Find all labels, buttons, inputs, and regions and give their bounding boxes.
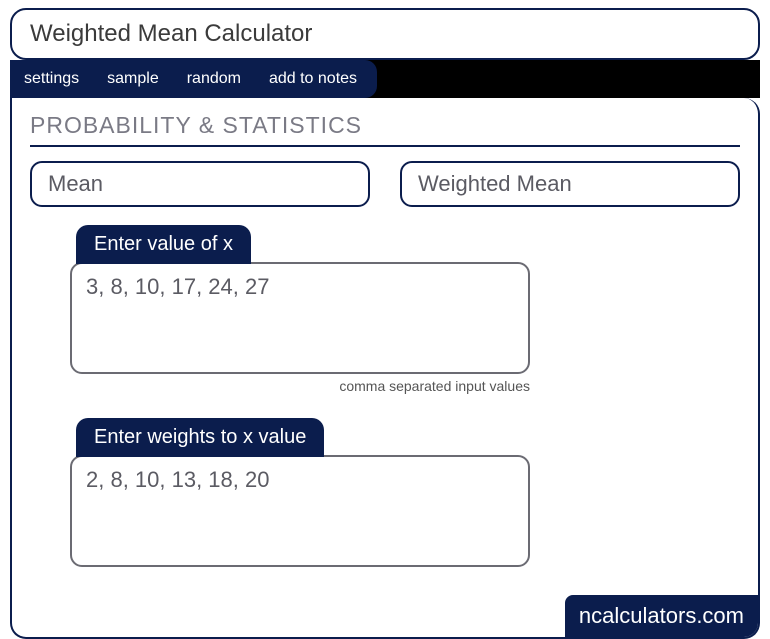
watermark: ncalculators.com: [565, 595, 758, 637]
tab-sample[interactable]: sample: [93, 62, 173, 96]
field-weights: Enter weights to x value: [70, 418, 530, 567]
toolbar: settings sample random add to notes: [10, 60, 760, 98]
tab-settings[interactable]: settings: [10, 62, 93, 96]
tab-add-to-notes[interactable]: add to notes: [255, 62, 371, 96]
field-weights-label: Enter weights to x value: [76, 418, 324, 457]
section-title: PROBABILITY & STATISTICS: [30, 112, 740, 147]
main-panel: PROBABILITY & STATISTICS Mean Weighted M…: [10, 98, 760, 639]
field-x: Enter value of x comma separated input v…: [70, 225, 530, 394]
tab-random[interactable]: random: [173, 62, 255, 96]
subtabs: Mean Weighted Mean: [30, 161, 740, 207]
subtab-mean[interactable]: Mean: [30, 161, 370, 207]
subtab-weighted-mean[interactable]: Weighted Mean: [400, 161, 740, 207]
field-x-label: Enter value of x: [76, 225, 251, 264]
x-input[interactable]: [70, 262, 530, 374]
page-title: Weighted Mean Calculator: [10, 8, 760, 60]
toolbar-tabs: settings sample random add to notes: [10, 60, 377, 98]
x-hint: comma separated input values: [70, 378, 530, 394]
weights-input[interactable]: [70, 455, 530, 567]
